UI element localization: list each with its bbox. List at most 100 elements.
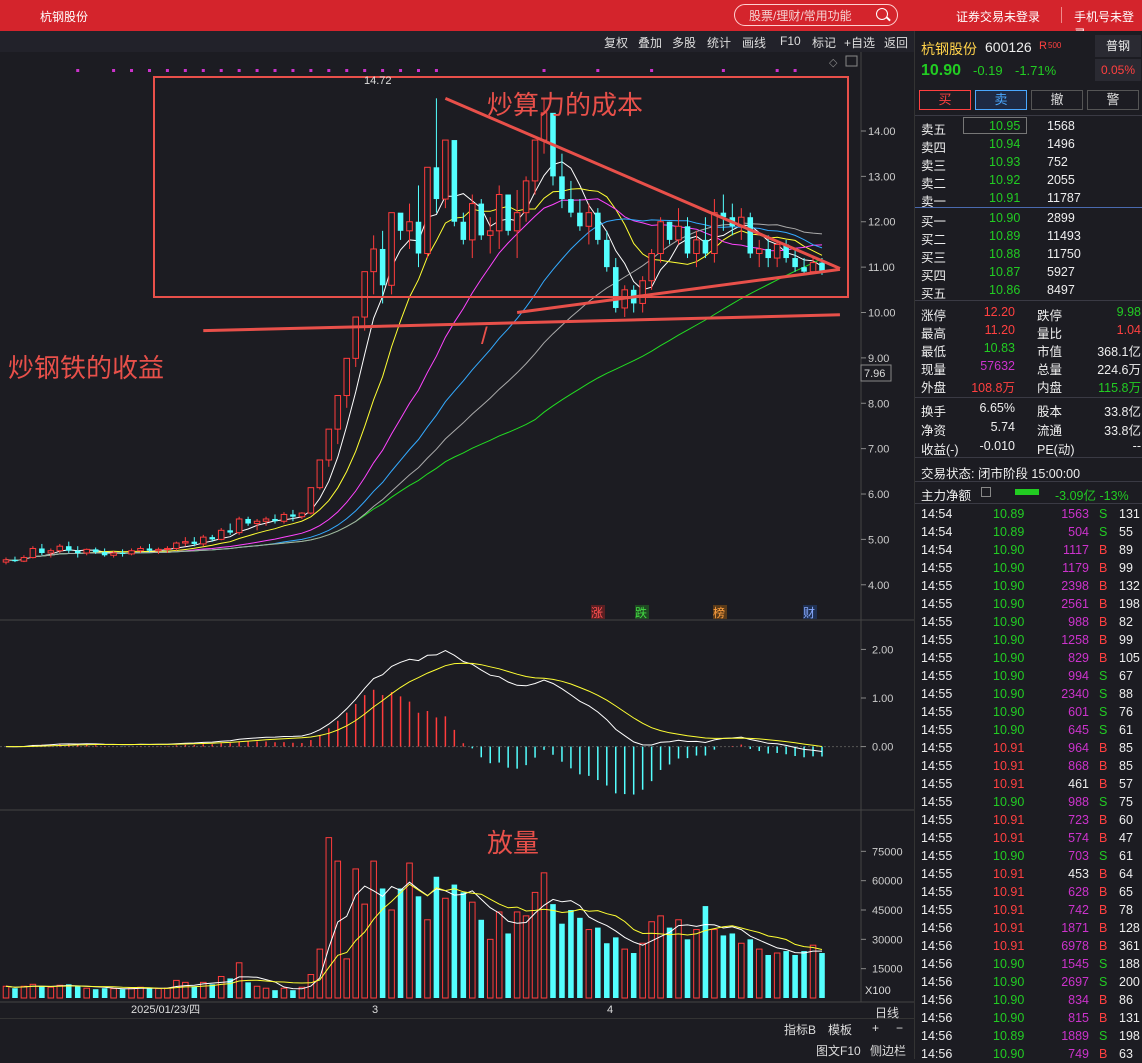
tick-row[interactable]: 14:55 10.90 601 S 76 bbox=[915, 703, 1142, 721]
orderbook-row[interactable]: 买五 10.86 8497 bbox=[915, 281, 1142, 301]
period-label[interactable]: 日线 bbox=[875, 1004, 899, 1021]
toolbar-tongji[interactable]: 统计 bbox=[707, 34, 731, 51]
search-input[interactable] bbox=[747, 7, 873, 25]
candle-body-up bbox=[164, 547, 171, 550]
tick-row[interactable]: 14:55 10.90 829 B 105 bbox=[915, 649, 1142, 667]
orderbook-row[interactable]: 卖五 10.95 1568 bbox=[915, 117, 1142, 137]
tick-price: 10.90 bbox=[993, 1011, 1025, 1025]
tick-row[interactable]: 14:56 10.90 815 B 131 bbox=[915, 1009, 1142, 1027]
tick-row[interactable]: 14:56 10.90 749 B 63 bbox=[915, 1045, 1142, 1063]
kline-chart[interactable]: 14.00 13.00 12.00 11.00 10.00 9.00 8.00 7.00 6.0… bbox=[0, 52, 914, 1018]
cancel-button[interactable]: 撤 bbox=[1031, 90, 1083, 110]
tick-row[interactable]: 14:55 10.90 2398 B 132 bbox=[915, 577, 1142, 595]
sell-button[interactable]: 卖 bbox=[975, 90, 1027, 110]
marker-cai[interactable]: 财 bbox=[803, 606, 815, 620]
tick-row[interactable]: 14:55 10.91 868 B 85 bbox=[915, 757, 1142, 775]
flow-value: -3.09亿 -13% bbox=[1055, 489, 1129, 503]
tick-row[interactable]: 14:55 10.91 628 B 65 bbox=[915, 883, 1142, 901]
toolbar-diejia[interactable]: 叠加 bbox=[638, 34, 662, 51]
orderbook-row[interactable]: 买三 10.88 11750 bbox=[915, 245, 1142, 265]
candle-body-down bbox=[379, 248, 386, 286]
stock-name: 杭钢股份 bbox=[921, 41, 977, 57]
tick-side: S bbox=[1099, 975, 1108, 989]
toolbar-duogu[interactable]: 多股 bbox=[672, 34, 696, 51]
tick-count: 88 bbox=[1119, 687, 1133, 701]
tick-row[interactable]: 14:55 10.90 645 S 61 bbox=[915, 721, 1142, 739]
zoom-in-button[interactable]: + bbox=[872, 1021, 879, 1035]
diamond-icon[interactable]: ◇ bbox=[829, 57, 838, 69]
stat-value: 57632 bbox=[980, 359, 1015, 373]
tick-row[interactable]: 14:55 10.90 2561 B 198 bbox=[915, 595, 1142, 613]
tick-side: B bbox=[1099, 579, 1108, 593]
tick-time: 14:55 bbox=[921, 633, 953, 647]
tick-row[interactable]: 14:55 10.91 964 B 85 bbox=[915, 739, 1142, 757]
orderbook-row[interactable]: 卖二 10.92 2055 bbox=[915, 171, 1142, 191]
tick-row[interactable]: 14:54 10.89 504 S 55 bbox=[915, 523, 1142, 541]
tick-row[interactable]: 14:55 10.90 703 S 61 bbox=[915, 847, 1142, 865]
tick-row[interactable]: 14:56 10.90 2697 S 200 bbox=[915, 973, 1142, 991]
orderbook-row[interactable]: 卖四 10.94 1496 bbox=[915, 135, 1142, 155]
candle-body-down bbox=[792, 258, 798, 268]
tick-row[interactable]: 14:56 10.90 1545 S 188 bbox=[915, 955, 1142, 973]
sidebar-button[interactable]: 侧边栏 bbox=[870, 1042, 906, 1059]
tick-row[interactable]: 14:55 10.90 988 S 75 bbox=[915, 793, 1142, 811]
toolbar-fuquan[interactable]: 复权 bbox=[604, 34, 628, 51]
search-icon[interactable] bbox=[876, 8, 888, 20]
indicator-b-button[interactable]: 指标B bbox=[784, 1021, 816, 1038]
volume-bar-down bbox=[39, 986, 45, 998]
sector-tag[interactable]: 普钢 bbox=[1095, 35, 1141, 57]
tick-row[interactable]: 14:54 10.89 1563 S 131 bbox=[915, 505, 1142, 523]
tick-price: 10.90 bbox=[993, 957, 1025, 971]
template-button[interactable]: 模板 bbox=[828, 1021, 852, 1038]
orderbook-volume: 752 bbox=[1047, 155, 1068, 169]
orderbook-row[interactable]: 买一 10.90 2899 bbox=[915, 209, 1142, 229]
candle-body-down bbox=[559, 176, 565, 200]
toolbar-fanhui[interactable]: 返回 bbox=[884, 34, 908, 51]
orderbook-volume: 5927 bbox=[1047, 265, 1075, 279]
toolbar-f10[interactable]: F10 bbox=[780, 34, 801, 48]
volume-bar-down bbox=[801, 951, 807, 998]
orderbook-row[interactable]: 卖三 10.93 752 bbox=[915, 153, 1142, 173]
tick-row[interactable]: 14:56 10.91 6978 B 361 bbox=[915, 937, 1142, 955]
f10-button[interactable]: 图文F10 bbox=[816, 1042, 861, 1059]
trade-login-link[interactable]: 证券交易未登录 bbox=[956, 8, 1040, 25]
alert-button[interactable]: 警 bbox=[1087, 90, 1139, 110]
toolbar-huaxian[interactable]: 画线 bbox=[742, 34, 766, 51]
zoom-out-button[interactable]: − bbox=[896, 1021, 903, 1035]
toolbar-zixuan[interactable]: +自选 bbox=[844, 34, 875, 51]
tick-row[interactable]: 14:55 10.90 994 S 67 bbox=[915, 667, 1142, 685]
tick-row[interactable]: 14:54 10.90 1117 B 89 bbox=[915, 541, 1142, 559]
tick-row[interactable]: 14:56 10.91 1871 B 128 bbox=[915, 919, 1142, 937]
candle-body-up bbox=[424, 166, 431, 255]
tick-row[interactable]: 14:55 10.90 2340 S 88 bbox=[915, 685, 1142, 703]
price-tick-label: 9.00 bbox=[868, 353, 889, 365]
tick-row[interactable]: 14:55 10.90 988 B 82 bbox=[915, 613, 1142, 631]
tick-row[interactable]: 14:55 10.91 453 B 64 bbox=[915, 865, 1142, 883]
tick-row[interactable]: 14:56 10.89 1889 S 198 bbox=[915, 1027, 1142, 1045]
orderbook-row[interactable]: 卖一 10.91 11787 bbox=[915, 189, 1142, 209]
flow-info-icon[interactable] bbox=[981, 487, 991, 497]
orderbook-row[interactable]: 买二 10.89 11493 bbox=[915, 227, 1142, 247]
tick-row[interactable]: 14:55 10.91 723 B 60 bbox=[915, 811, 1142, 829]
tick-row[interactable]: 14:55 10.91 574 B 47 bbox=[915, 829, 1142, 847]
signal-dot bbox=[201, 69, 205, 72]
tick-count: 131 bbox=[1119, 1011, 1140, 1025]
tick-side: B bbox=[1099, 759, 1108, 773]
tick-count: 85 bbox=[1119, 741, 1133, 755]
flow-bar bbox=[1015, 489, 1039, 495]
orderbook-row[interactable]: 买四 10.87 5927 bbox=[915, 263, 1142, 283]
tick-row[interactable]: 14:55 10.90 1258 B 99 bbox=[915, 631, 1142, 649]
tick-time: 14:54 bbox=[921, 543, 953, 557]
marker-die[interactable]: 跌 bbox=[635, 605, 647, 620]
tick-side: B bbox=[1099, 921, 1108, 935]
marker-bang[interactable]: 榜 bbox=[713, 605, 725, 620]
tick-volume: 815 bbox=[1068, 1011, 1089, 1025]
tick-row[interactable]: 14:55 10.90 1179 B 99 bbox=[915, 559, 1142, 577]
tick-row[interactable]: 14:55 10.91 461 B 57 bbox=[915, 775, 1142, 793]
search-box[interactable] bbox=[734, 4, 898, 26]
tick-row[interactable]: 14:56 10.90 834 B 86 bbox=[915, 991, 1142, 1009]
toolbar-biaoji[interactable]: 标记 bbox=[812, 34, 836, 51]
tick-row[interactable]: 14:55 10.91 742 B 78 bbox=[915, 901, 1142, 919]
marker-zhang[interactable]: 涨 bbox=[591, 605, 603, 620]
buy-button[interactable]: 买 bbox=[919, 90, 971, 110]
